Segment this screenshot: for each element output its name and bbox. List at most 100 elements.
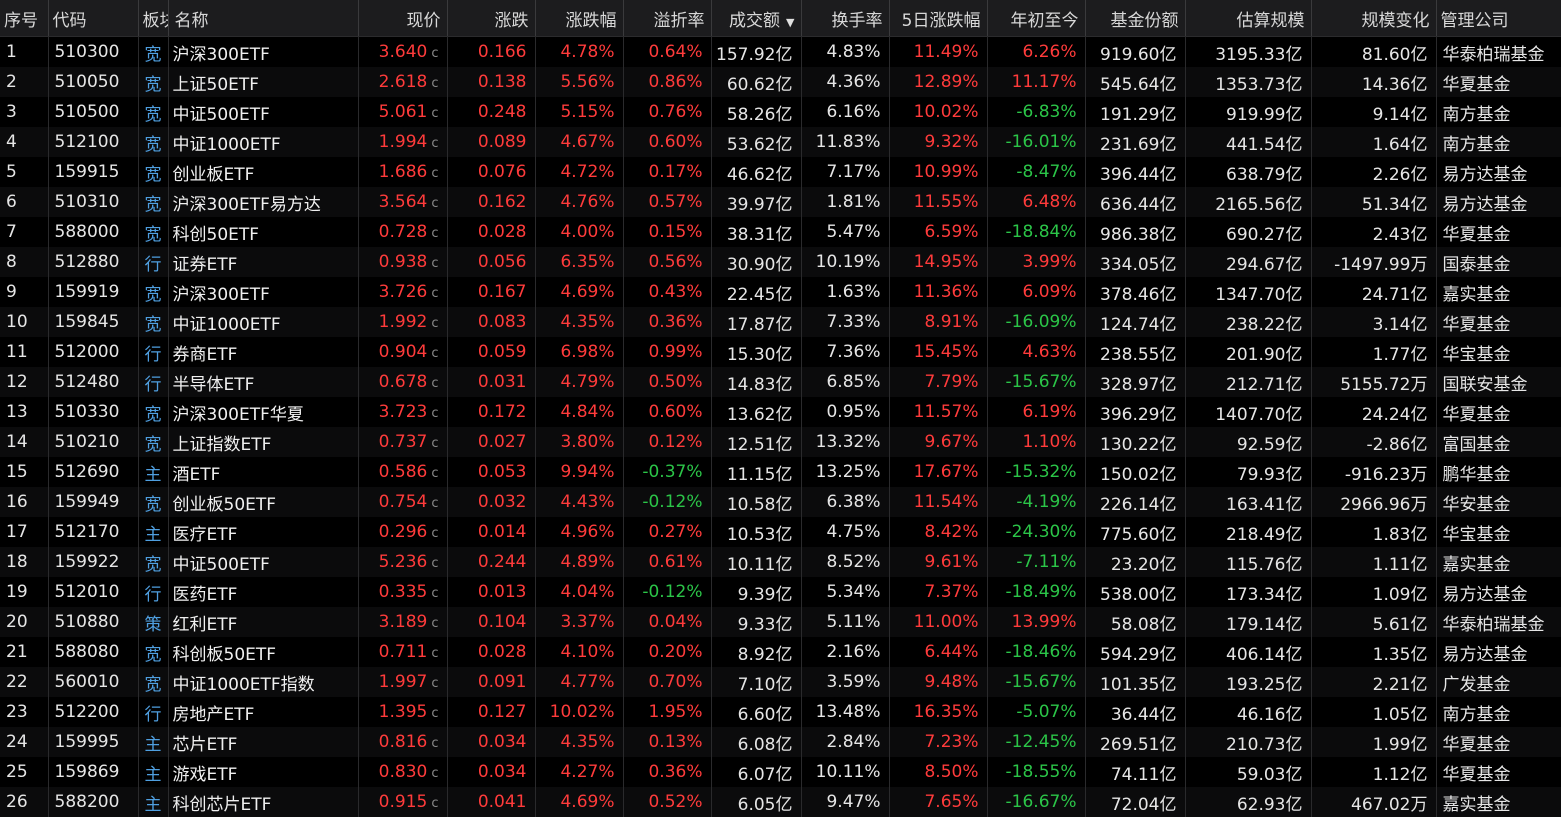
table-row[interactable]: 21588080宽科创板50ETF0.711c0.0284.10%0.20%8.… (0, 637, 1561, 667)
ytd-change: 6.19% (987, 397, 1085, 427)
premium-rate: 0.13% (623, 727, 711, 757)
header-name[interactable]: 名称 (168, 0, 358, 37)
header-sector[interactable]: 板块 (138, 0, 168, 37)
table-header-row: 序号 代码 板块 名称 现价 涨跌 涨跌幅 溢折率 成交额▼ 换手率 5日涨跌幅… (0, 0, 1561, 37)
price-change: 0.248 (447, 97, 535, 127)
price-change: 0.053 (447, 457, 535, 487)
price-value: 3.640 (379, 42, 428, 62)
five-day-change: 17.67% (889, 457, 987, 487)
table-row[interactable]: 14510210宽上证指数ETF0.737c0.0273.80%0.12%12.… (0, 427, 1561, 457)
ytd-change: -18.49% (987, 577, 1085, 607)
premium-rate: 0.57% (623, 187, 711, 217)
header-scale[interactable]: 估算规模 (1185, 0, 1311, 37)
price-change: 0.032 (447, 487, 535, 517)
turnover-rate: 4.83% (801, 37, 889, 68)
header-scale-change[interactable]: 规模变化 (1311, 0, 1436, 37)
table-row[interactable]: 3510500宽中证500ETF5.061c0.2485.15%0.76%58.… (0, 97, 1561, 127)
table-row[interactable]: 16159949宽创业板50ETF0.754c0.0324.43%-0.12%1… (0, 487, 1561, 517)
table-row[interactable]: 17512170主医疗ETF0.296c0.0144.96%0.27%10.53… (0, 517, 1561, 547)
price-value: 3.726 (379, 282, 428, 302)
table-row[interactable]: 10159845宽中证1000ETF1.992c0.0834.35%0.36%1… (0, 307, 1561, 337)
header-code[interactable]: 代码 (48, 0, 138, 37)
table-row[interactable]: 7588000宽科创50ETF0.728c0.0284.00%0.15%38.3… (0, 217, 1561, 247)
header-shares[interactable]: 基金份额 (1085, 0, 1185, 37)
manager-company: 华夏基金 (1436, 757, 1561, 787)
header-pct5d[interactable]: 5日涨跌幅 (889, 0, 987, 37)
manager-company: 富国基金 (1436, 427, 1561, 457)
price-flag: c (431, 586, 438, 601)
table-row[interactable]: 8512880行证券ETF0.938c0.0566.35%0.56%30.90亿… (0, 247, 1561, 277)
fund-name: 房地产ETF (168, 697, 358, 727)
row-index: 6 (0, 187, 48, 217)
turnover-amount: 6.60亿 (711, 697, 801, 727)
table-row[interactable]: 2510050宽上证50ETF2.618c0.1385.56%0.86%60.6… (0, 67, 1561, 97)
price-flag: c (431, 436, 438, 451)
price-flag: c (431, 646, 438, 661)
price-flag: c (431, 556, 438, 571)
ytd-change: 4.63% (987, 337, 1085, 367)
ytd-change: -6.83% (987, 97, 1085, 127)
row-index: 10 (0, 307, 48, 337)
header-change[interactable]: 涨跌 (447, 0, 535, 37)
table-row[interactable]: 22560010宽中证1000ETF指数1.997c0.0914.77%0.70… (0, 667, 1561, 697)
turnover-amount: 11.15亿 (711, 457, 801, 487)
header-premium[interactable]: 溢折率 (623, 0, 711, 37)
scale-change: 1.64亿 (1311, 127, 1436, 157)
ytd-change: -18.46% (987, 637, 1085, 667)
table-row[interactable]: 26588200主科创芯片ETF0.915c0.0414.69%0.52%6.0… (0, 787, 1561, 817)
table-row[interactable]: 24159995主芯片ETF0.816c0.0344.35%0.13%6.08亿… (0, 727, 1561, 757)
table-row[interactable]: 6510310宽沪深300ETF易方达3.564c0.1624.76%0.57%… (0, 187, 1561, 217)
table-row[interactable]: 9159919宽沪深300ETF3.726c0.1674.69%0.43%22.… (0, 277, 1561, 307)
table-row[interactable]: 23512200行房地产ETF1.395c0.12710.02%1.95%6.6… (0, 697, 1561, 727)
price-flag: c (431, 466, 438, 481)
manager-company: 华夏基金 (1436, 217, 1561, 247)
table-row[interactable]: 13510330宽沪深300ETF华夏3.723c0.1724.84%0.60%… (0, 397, 1561, 427)
fund-shares: 101.35亿 (1085, 667, 1185, 697)
estimated-scale: 115.76亿 (1185, 547, 1311, 577)
fund-shares: 334.05亿 (1085, 247, 1185, 277)
table-row[interactable]: 4512100宽中证1000ETF1.994c0.0894.67%0.60%53… (0, 127, 1561, 157)
price-flag: c (431, 406, 438, 421)
fund-name: 酒ETF (168, 457, 358, 487)
price-change: 0.162 (447, 187, 535, 217)
header-turnover-rate[interactable]: 换手率 (801, 0, 889, 37)
header-idx[interactable]: 序号 (0, 0, 48, 37)
five-day-change: 8.42% (889, 517, 987, 547)
premium-rate: 0.76% (623, 97, 711, 127)
row-index: 15 (0, 457, 48, 487)
current-price: 0.938c (358, 247, 447, 277)
premium-rate: 0.60% (623, 397, 711, 427)
turnover-rate: 13.32% (801, 427, 889, 457)
turnover-rate: 13.48% (801, 697, 889, 727)
price-value: 0.711 (379, 642, 428, 662)
table-row[interactable]: 11512000行券商ETF0.904c0.0596.98%0.99%15.30… (0, 337, 1561, 367)
price-value: 1.992 (379, 312, 428, 332)
estimated-scale: 2165.56亿 (1185, 187, 1311, 217)
scale-change: 51.34亿 (1311, 187, 1436, 217)
turnover-rate: 11.83% (801, 127, 889, 157)
header-manager[interactable]: 管理公司 (1436, 0, 1561, 37)
manager-company: 鹏华基金 (1436, 457, 1561, 487)
turnover-amount: 17.87亿 (711, 307, 801, 337)
turnover-rate: 5.34% (801, 577, 889, 607)
table-row[interactable]: 15512690主酒ETF0.586c0.0539.94%-0.37%11.15… (0, 457, 1561, 487)
fund-name: 医药ETF (168, 577, 358, 607)
table-row[interactable]: 1510300宽沪深300ETF3.640c0.1664.78%0.64%157… (0, 37, 1561, 68)
fund-code: 159949 (48, 487, 138, 517)
table-row[interactable]: 5159915宽创业板ETF1.686c0.0764.72%0.17%46.62… (0, 157, 1561, 187)
header-price[interactable]: 现价 (358, 0, 447, 37)
header-turnover-amt[interactable]: 成交额▼ (711, 0, 801, 37)
price-change: 0.172 (447, 397, 535, 427)
table-row[interactable]: 12512480行半导体ETF0.678c0.0314.79%0.50%14.8… (0, 367, 1561, 397)
header-pct[interactable]: 涨跌幅 (535, 0, 623, 37)
price-flag: c (431, 496, 438, 511)
table-row[interactable]: 19512010行医药ETF0.335c0.0134.04%-0.12%9.39… (0, 577, 1561, 607)
table-row[interactable]: 25159869主游戏ETF0.830c0.0344.27%0.36%6.07亿… (0, 757, 1561, 787)
manager-company: 华泰柏瑞基金 (1436, 37, 1561, 68)
table-row[interactable]: 20510880策红利ETF3.189c0.1043.37%0.04%9.33亿… (0, 607, 1561, 637)
ytd-change: -16.09% (987, 307, 1085, 337)
sector-tag: 宽 (138, 307, 168, 337)
row-index: 16 (0, 487, 48, 517)
table-row[interactable]: 18159922宽中证500ETF5.236c0.2444.89%0.61%10… (0, 547, 1561, 577)
header-ytd[interactable]: 年初至今 (987, 0, 1085, 37)
